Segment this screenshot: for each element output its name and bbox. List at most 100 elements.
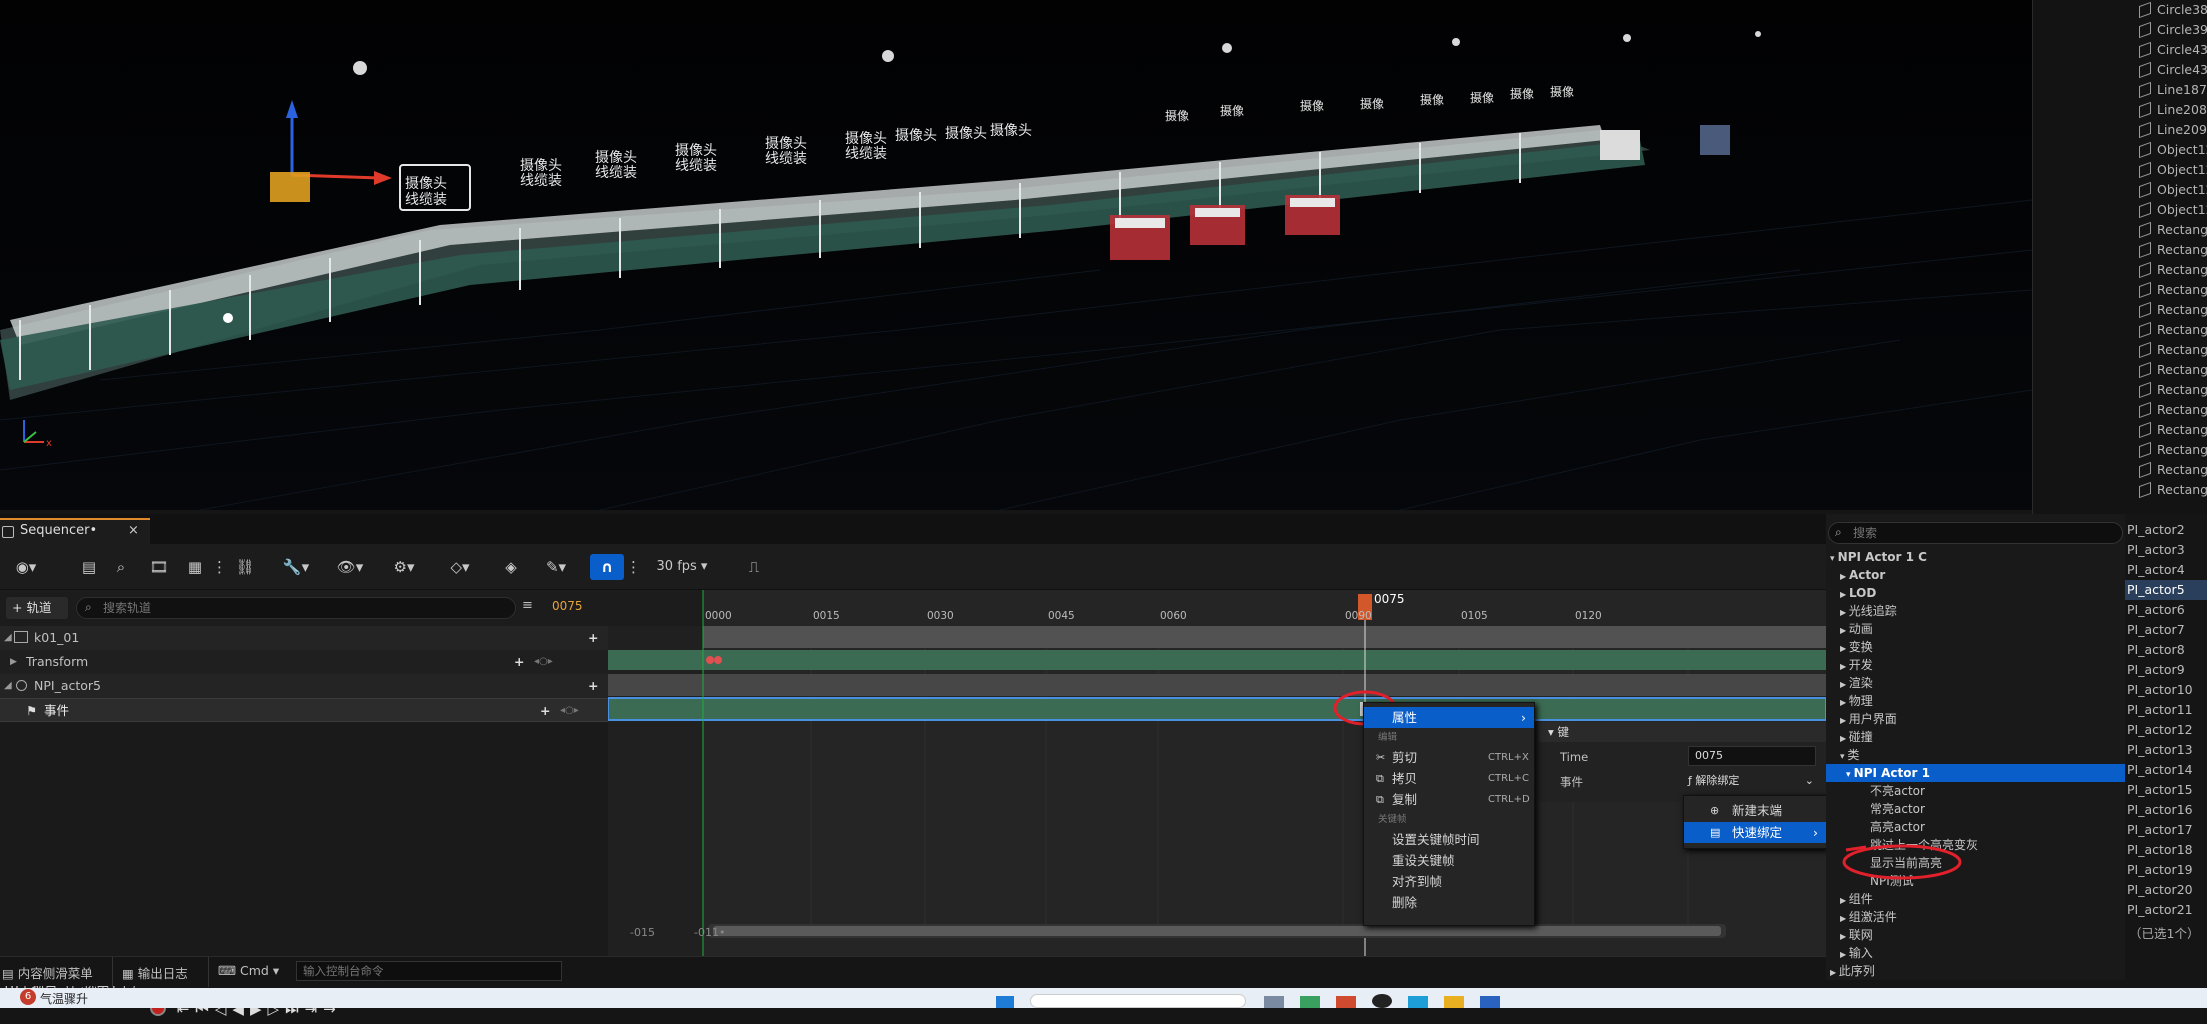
outliner-row[interactable]: PI_actor14 xyxy=(2125,760,2207,780)
tree-class-header[interactable]: ▾ 类 xyxy=(1840,746,1859,764)
outliner-row[interactable]: PI_actor4 xyxy=(2125,560,2207,580)
tree-category[interactable]: ▶ 动画 xyxy=(1840,620,1873,638)
tree-category[interactable]: ▶ 开发 xyxy=(1840,656,1873,674)
output-log-button[interactable]: ▦ 输出日志 xyxy=(122,963,188,982)
outliner-row[interactable]: Rectangle xyxy=(2033,400,2207,420)
outliner-row[interactable]: Rectangle xyxy=(2033,340,2207,360)
outliner-row[interactable]: Line1878 xyxy=(2033,80,2207,100)
function-item[interactable]: 常亮actor xyxy=(1870,800,1925,818)
menu-item-new-endpoint[interactable]: ⊕ 新建末端 xyxy=(1684,800,1826,821)
property-search-field[interactable] xyxy=(1853,525,2113,541)
range-start-view[interactable]: -011• xyxy=(694,926,725,939)
outliner-row[interactable]: PI_actor10 xyxy=(2125,680,2207,700)
level-viewport[interactable]: 摄像头 线缆装 摄像头 线缆装 摄像头 线缆装 摄像头 线缆装 摄像头 线缆装 摄像头 线缆… xyxy=(0,0,2032,510)
menu-item-rekey[interactable]: 重设关键帧 xyxy=(1364,850,1534,871)
menu-item-set-key-time[interactable]: 设置关键帧时间 xyxy=(1364,829,1534,850)
outliner-row-selected[interactable]: PI_actor5 xyxy=(2125,580,2207,600)
outliner-row[interactable]: PI_actor3 xyxy=(2125,540,2207,560)
tree-category[interactable]: ▶ 联网 xyxy=(1840,926,1873,944)
taskview-icon[interactable] xyxy=(1264,996,1284,1008)
track-search-field[interactable] xyxy=(103,600,503,616)
app-icon[interactable] xyxy=(1300,996,1320,1008)
tree-category[interactable]: ▶ LOD xyxy=(1840,584,1876,602)
tree-category[interactable]: ▶ 组件 xyxy=(1840,890,1873,908)
fps-dropdown[interactable]: 30 fps ▾ xyxy=(650,554,714,580)
key-section-header[interactable]: ▾ 键 xyxy=(1538,722,1826,742)
outliner-row[interactable]: Object121 xyxy=(2033,160,2207,180)
track-row-k01[interactable]: ◢ k01_01 + xyxy=(0,626,608,650)
outliner-row[interactable]: Rectangle xyxy=(2033,280,2207,300)
tree-category[interactable]: ▶ 渲染 xyxy=(1840,674,1873,692)
add-track-button[interactable]: + 轨道 xyxy=(6,597,68,619)
cmd-dropdown[interactable]: ⌨ Cmd ▾ xyxy=(218,963,279,978)
key-nav-icon[interactable]: ◂○▸ xyxy=(534,650,553,674)
unbind-dropdown[interactable]: ƒ 解除绑定 ⌄ xyxy=(1688,771,1818,791)
outliner-row[interactable]: Rectangle xyxy=(2033,220,2207,240)
tree-category[interactable]: ▶ 输入 xyxy=(1840,944,1873,962)
key-nav-icon[interactable]: ◂○▸ xyxy=(560,699,579,723)
outliner-row[interactable]: Rectangle xyxy=(2033,360,2207,380)
add-key-icon[interactable]: + xyxy=(540,699,550,723)
outliner-row[interactable]: Object122 xyxy=(2033,200,2207,220)
outliner-row[interactable]: PI_actor16 xyxy=(2125,800,2207,820)
outliner-row[interactable]: Object121 xyxy=(2033,180,2207,200)
folder-icon[interactable] xyxy=(1444,996,1464,1008)
playback-options-icon[interactable]: ⚙▾ xyxy=(384,554,424,580)
save-icon[interactable]: ▤ xyxy=(78,554,100,580)
function-item[interactable]: NPI测试 xyxy=(1870,872,1914,890)
outliner-row[interactable]: Rectangle xyxy=(2033,320,2207,340)
outliner-row[interactable]: Rectangle xyxy=(2033,240,2207,260)
tree-root[interactable]: ▾ NPI Actor 1 C xyxy=(1830,548,1927,566)
find-asset-icon[interactable]: ⌕ xyxy=(110,554,132,580)
snap-icon[interactable]: ∩ xyxy=(590,554,624,580)
sequencer-tab[interactable]: Sequencer• × xyxy=(0,518,150,544)
property-search-input[interactable]: ⌕ xyxy=(1828,522,2123,544)
tree-category[interactable]: ▶ 变换 xyxy=(1840,638,1873,656)
start-icon[interactable] xyxy=(996,996,1014,1008)
outliner-row[interactable]: PI_actor6 xyxy=(2125,600,2207,620)
outliner-row[interactable]: PI_actor20 xyxy=(2125,880,2207,900)
track-row-npi-actor5[interactable]: ◢ NPI_actor5 + xyxy=(0,674,608,698)
tree-category[interactable]: ▶ 此序列 xyxy=(1830,962,1875,980)
menu-item-properties[interactable]: 属性 › xyxy=(1364,707,1534,728)
menu-item-cut[interactable]: ✂ 剪切 CTRL+X xyxy=(1364,747,1534,768)
function-item[interactable]: 不亮actor xyxy=(1870,782,1925,800)
menu-item-duplicate[interactable]: ⧉ 复制 CTRL+D xyxy=(1364,789,1534,810)
curve-editor-icon[interactable]: ⎍ xyxy=(742,554,766,580)
world-dropdown-icon[interactable]: ◉▾ xyxy=(6,554,46,580)
clapper-icon[interactable]: ▦ xyxy=(184,554,206,580)
current-frame-field[interactable]: 0075 xyxy=(552,599,583,613)
outliner-row[interactable]: PI_actor13 xyxy=(2125,740,2207,760)
outliner-row[interactable]: Object121 xyxy=(2033,140,2207,160)
function-item[interactable]: 跳过上一个高亮变灰 xyxy=(1870,836,1978,854)
more-icon[interactable]: ⋮ xyxy=(626,554,641,580)
render-movie-icon[interactable]: 🎞 xyxy=(148,554,170,580)
range-start[interactable]: -015 xyxy=(630,926,655,939)
outliner-row[interactable]: Circle438 xyxy=(2033,60,2207,80)
function-item-show-highlight[interactable]: 显示当前高亮 xyxy=(1870,854,1942,872)
outliner-row[interactable]: Line2085 xyxy=(2033,100,2207,120)
tree-category[interactable]: ▶ 碰撞 xyxy=(1840,728,1873,746)
add-icon[interactable]: + xyxy=(588,674,598,698)
menu-item-copy[interactable]: ⧉ 拷贝 CTRL+C xyxy=(1364,768,1534,789)
view-options-icon[interactable]: 👁▾ xyxy=(330,554,370,580)
outliner-row[interactable]: PI_actor12 xyxy=(2125,720,2207,740)
outliner-row[interactable]: PI_actor19 xyxy=(2125,860,2207,880)
outliner-row[interactable]: PI_actor2 xyxy=(2125,520,2207,540)
outliner-row[interactable]: Rectangle xyxy=(2033,480,2207,500)
track-row-transform[interactable]: ▶ Transform + ◂○▸ xyxy=(0,650,608,674)
collapse-icon[interactable]: ▶ xyxy=(10,650,17,674)
tree-category[interactable]: ▶ Actor xyxy=(1840,566,1885,584)
expand-icon[interactable]: ◢ xyxy=(4,674,12,698)
outliner-row[interactable]: Rectangle xyxy=(2033,420,2207,440)
tree-category[interactable]: ▶ 用户界面 xyxy=(1840,710,1897,728)
taskbar-search[interactable] xyxy=(1030,994,1246,1008)
outliner-row[interactable]: Rectangle xyxy=(2033,260,2207,280)
outliner-row[interactable]: PI_actor18 xyxy=(2125,840,2207,860)
tree-category[interactable]: ▶ 组激活件 xyxy=(1840,908,1897,926)
filter-icon[interactable]: ≡ xyxy=(522,598,538,618)
outliner-row[interactable]: PI_actor15 xyxy=(2125,780,2207,800)
outliner-row[interactable]: PI_actor21 xyxy=(2125,900,2207,920)
menu-item-quick-bind[interactable]: ▤ 快速绑定 › xyxy=(1684,822,1826,843)
outliner-row[interactable]: PI_actor9 xyxy=(2125,660,2207,680)
